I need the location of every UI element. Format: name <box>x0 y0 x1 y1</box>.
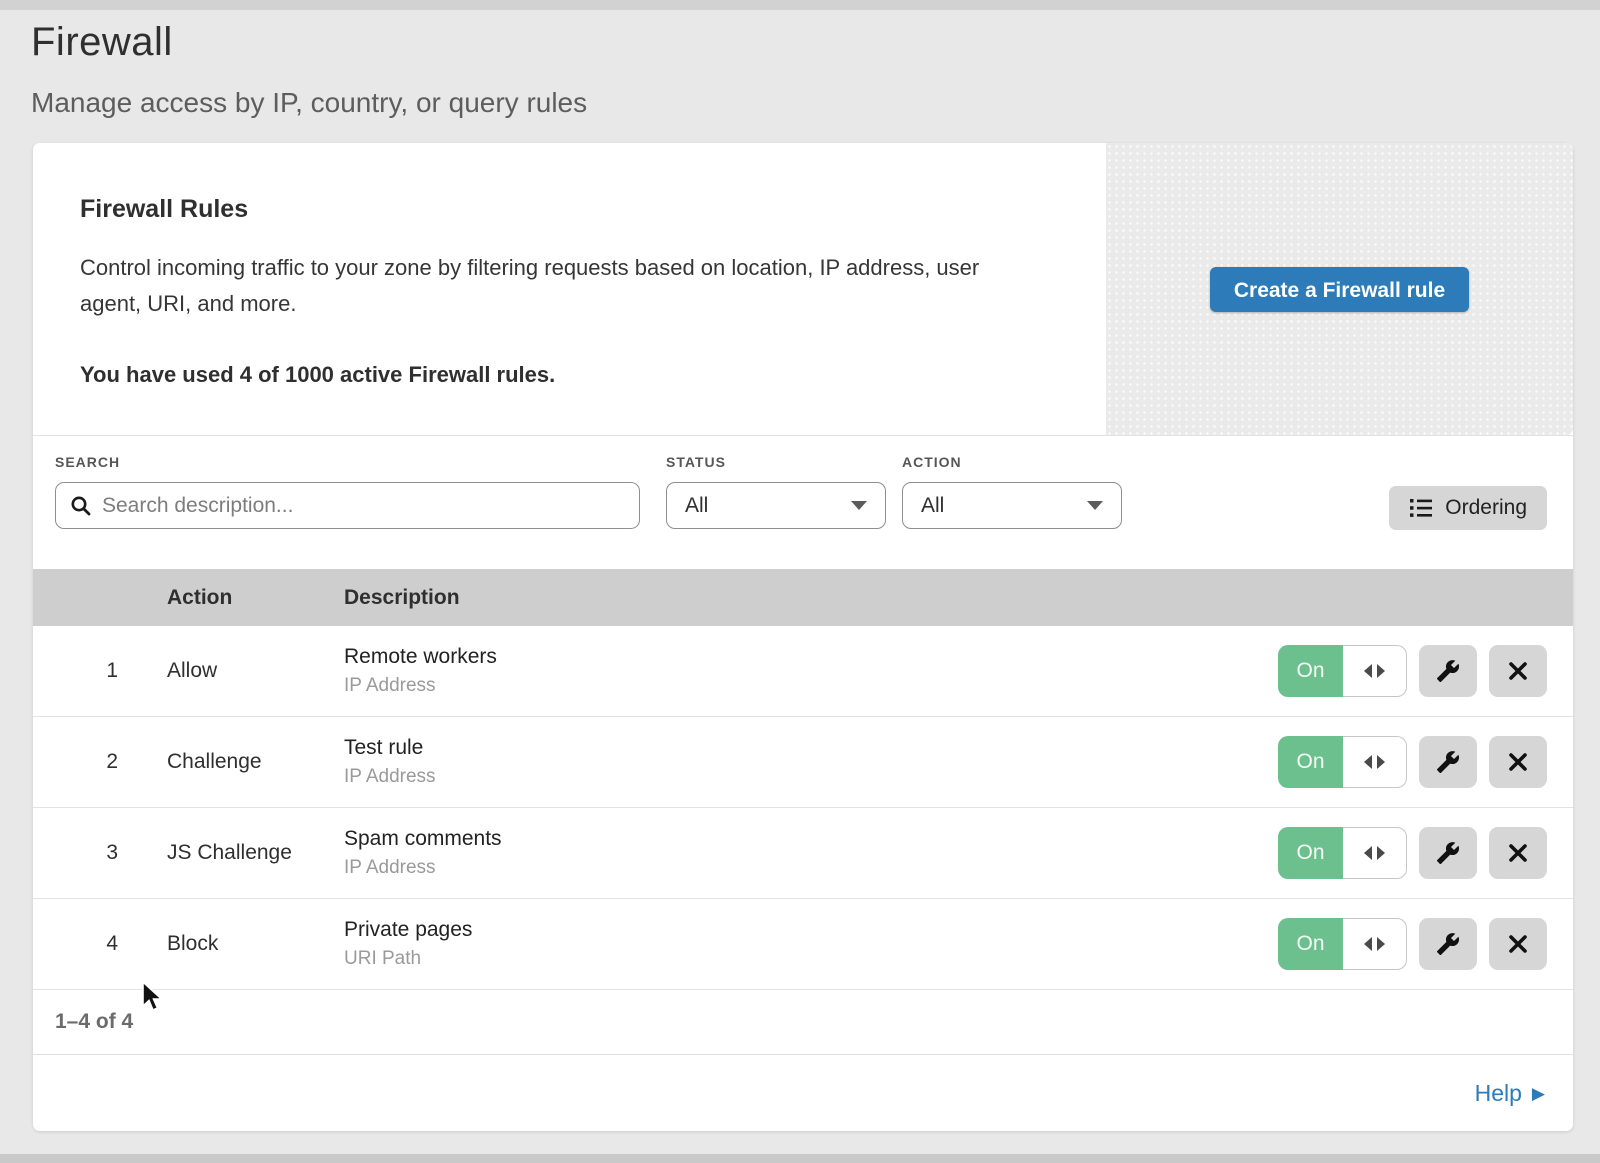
action-selected-value: All <box>921 494 944 518</box>
rule-priority: 3 <box>33 841 118 865</box>
toggle-arrows-icon <box>1343 918 1407 970</box>
rule-priority: 1 <box>33 659 118 683</box>
usage-summary: You have used 4 of 1000 active Firewall … <box>80 362 1038 388</box>
status-label: STATUS <box>666 454 886 470</box>
rule-enabled-toggle[interactable]: On <box>1278 918 1407 970</box>
table-row: 2 Challenge Test rule IP Address On <box>33 717 1573 808</box>
rule-match-type: IP Address <box>344 675 1278 697</box>
status-select[interactable]: All <box>666 482 886 529</box>
edit-rule-button[interactable] <box>1419 736 1477 788</box>
action-label: ACTION <box>902 454 1122 470</box>
edit-rule-button[interactable] <box>1419 827 1477 879</box>
wrench-icon <box>1436 750 1460 774</box>
edit-rule-button[interactable] <box>1419 918 1477 970</box>
rule-description-cell: Private pages URI Path <box>344 918 1278 970</box>
rule-controls: On <box>1278 918 1573 970</box>
firewall-rules-card: Firewall Rules Control incoming traffic … <box>33 143 1573 1131</box>
rule-enabled-toggle[interactable]: On <box>1278 827 1407 879</box>
page-header: Firewall Manage access by IP, country, o… <box>0 0 1600 119</box>
delete-rule-button[interactable] <box>1489 736 1547 788</box>
rule-enabled-toggle[interactable]: On <box>1278 736 1407 788</box>
wrench-icon <box>1436 659 1460 683</box>
ordered-list-icon <box>1409 497 1433 519</box>
table-row: 3 JS Challenge Spam comments IP Address … <box>33 808 1573 899</box>
delete-rule-button[interactable] <box>1489 918 1547 970</box>
help-link[interactable]: Help ▶ <box>1475 1080 1545 1107</box>
create-rule-panel: Create a Firewall rule <box>1106 143 1573 435</box>
x-icon <box>1508 661 1528 681</box>
search-input[interactable] <box>102 494 625 518</box>
table-row: 1 Allow Remote workers IP Address On <box>33 626 1573 717</box>
ordering-button-label: Ordering <box>1445 496 1527 520</box>
toggle-arrows-icon <box>1343 736 1407 788</box>
rule-description-cell: Remote workers IP Address <box>344 645 1278 697</box>
wrench-icon <box>1436 932 1460 956</box>
action-filter: ACTION All <box>886 454 1122 529</box>
overview-section: Firewall Rules Control incoming traffic … <box>33 143 1573 435</box>
rule-match-type: URI Path <box>344 948 1278 970</box>
chevron-down-icon <box>1087 501 1103 510</box>
pagination-status: 1–4 of 4 <box>33 990 1573 1055</box>
search-box[interactable] <box>55 482 640 529</box>
overview-description: Control incoming traffic to your zone by… <box>80 250 1038 322</box>
rule-priority: 4 <box>33 932 118 956</box>
rule-match-type: IP Address <box>344 766 1278 788</box>
chevron-down-icon <box>851 501 867 510</box>
toggle-on-label: On <box>1278 645 1343 697</box>
overview-heading: Firewall Rules <box>80 195 1038 224</box>
status-filter: STATUS All <box>640 454 886 529</box>
delete-rule-button[interactable] <box>1489 827 1547 879</box>
table-row: 4 Block Private pages URI Path On <box>33 899 1573 990</box>
rule-action: JS Challenge <box>167 841 344 865</box>
rule-description-cell: Test rule IP Address <box>344 736 1278 788</box>
x-icon <box>1508 934 1528 954</box>
rule-priority: 2 <box>33 750 118 774</box>
search-icon <box>70 495 92 517</box>
toggle-arrows-icon <box>1343 827 1407 879</box>
rule-description: Private pages <box>344 918 1278 942</box>
search-filter: SEARCH <box>55 454 640 529</box>
rules-table-body: 1 Allow Remote workers IP Address On <box>33 626 1573 990</box>
rule-description: Remote workers <box>344 645 1278 669</box>
overview-text: Firewall Rules Control incoming traffic … <box>33 143 1098 435</box>
table-header: Action Description <box>33 569 1573 626</box>
action-select[interactable]: All <box>902 482 1122 529</box>
toggle-on-label: On <box>1278 827 1343 879</box>
window-top-edge <box>0 0 1600 10</box>
rule-match-type: IP Address <box>344 857 1278 879</box>
rule-controls: On <box>1278 645 1573 697</box>
delete-rule-button[interactable] <box>1489 645 1547 697</box>
status-selected-value: All <box>685 494 708 518</box>
x-icon <box>1508 752 1528 772</box>
ordering-button[interactable]: Ordering <box>1389 486 1547 530</box>
search-label: SEARCH <box>55 454 640 470</box>
description-column-header: Description <box>344 586 1573 610</box>
rule-description: Test rule <box>344 736 1278 760</box>
wrench-icon <box>1436 841 1460 865</box>
help-link-label: Help <box>1475 1080 1522 1107</box>
x-icon <box>1508 843 1528 863</box>
rule-description-cell: Spam comments IP Address <box>344 827 1278 879</box>
toggle-on-label: On <box>1278 918 1343 970</box>
rule-controls: On <box>1278 827 1573 879</box>
card-footer: Help ▶ <box>33 1055 1573 1131</box>
window-bottom-edge <box>0 1154 1600 1163</box>
rule-action: Block <box>167 932 344 956</box>
page-title: Firewall <box>31 20 1600 65</box>
page-subtitle: Manage access by IP, country, or query r… <box>31 87 1600 119</box>
rule-enabled-toggle[interactable]: On <box>1278 645 1407 697</box>
rule-action: Allow <box>167 659 344 683</box>
rule-action: Challenge <box>167 750 344 774</box>
edit-rule-button[interactable] <box>1419 645 1477 697</box>
action-column-header: Action <box>167 586 344 610</box>
rule-controls: On <box>1278 736 1573 788</box>
filter-bar: SEARCH STATUS All ACTION All <box>33 435 1573 569</box>
arrow-right-icon: ▶ <box>1532 1085 1545 1102</box>
create-firewall-rule-button[interactable]: Create a Firewall rule <box>1210 267 1469 312</box>
toggle-arrows-icon <box>1343 645 1407 697</box>
rule-description: Spam comments <box>344 827 1278 851</box>
toggle-on-label: On <box>1278 736 1343 788</box>
